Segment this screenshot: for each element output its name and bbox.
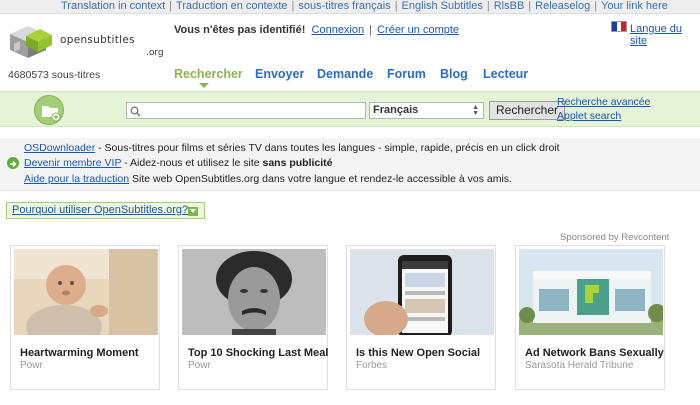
why-opensubtitles-link[interactable]: Pourquoi utiliser OpenSubtitles.org?	[12, 204, 188, 216]
ad-source: Powr	[20, 360, 43, 371]
nav-demande[interactable]: Demande	[317, 67, 373, 81]
subtitle-count: 4680573 sous-titres	[8, 69, 101, 81]
ad-title[interactable]: Ad Network Bans Sexually	[525, 347, 664, 359]
language-select-value: Français	[373, 104, 419, 116]
select-arrows-icon: ▲ ▼	[472, 104, 479, 117]
vip-arrow-icon	[7, 157, 19, 169]
top-link-translation-in-context[interactable]: Translation in context	[61, 0, 165, 12]
site-logo-icon[interactable]	[6, 22, 58, 64]
why-opensubtitles-box[interactable]: Pourquoi utiliser OpenSubtitles.org?	[6, 202, 205, 219]
translate-link[interactable]: Aide pour la traduction	[24, 173, 129, 185]
expand-caret-icon[interactable]	[188, 207, 198, 216]
vip-line: Devenir membre VIP - Aidez-nous et utili…	[24, 157, 333, 169]
vip-link[interactable]: Devenir membre VIP	[24, 157, 121, 169]
account-status: Vous n'êtes pas identifié! Connexion | C…	[174, 24, 459, 36]
office-building-image	[519, 249, 663, 335]
create-account-link[interactable]: Créer un compte	[377, 24, 459, 36]
nav-blog[interactable]: Blog	[440, 67, 468, 81]
account-separator: |	[369, 24, 373, 36]
search-icon	[130, 106, 141, 117]
ad-card[interactable]: Top 10 Shocking Last Meal Powr	[178, 245, 328, 390]
ad-card[interactable]: Is this New Open Social Forbes	[346, 245, 496, 390]
login-link[interactable]: Connexion	[312, 24, 365, 36]
brand-suffix: .org	[146, 48, 164, 58]
flag-stripe-red	[621, 22, 627, 31]
ad-title[interactable]: Is this New Open Social	[356, 347, 480, 359]
add-folder-icon[interactable]	[34, 95, 64, 125]
brand-name[interactable]: opensubtitles	[60, 34, 135, 46]
osdownloader-line: OSDownloader - Sous-titres pour films et…	[24, 142, 560, 154]
ad-card[interactable]: Heartwarming Moment Powr	[10, 245, 160, 390]
top-link-traduction-en-contexte[interactable]: Traduction en contexte	[176, 0, 288, 12]
language-select[interactable]: Français ▲ ▼	[369, 102, 484, 119]
top-links: Translation in context | Traduction en con…	[61, 0, 668, 12]
top-link-sous-titres-francais[interactable]: sous-titres français	[298, 0, 390, 12]
translate-text: Site web OpenSubtitles.org dans votre la…	[129, 173, 512, 185]
top-link-english-subtitles[interactable]: English Subtitles	[402, 0, 483, 12]
nav-envoyer[interactable]: Envoyer	[255, 67, 304, 81]
top-link-releaselog[interactable]: Releaselog	[535, 0, 590, 12]
top-link-rlsbb[interactable]: RlsBB	[494, 0, 525, 12]
ad-title[interactable]: Heartwarming Moment	[20, 347, 139, 359]
promo-panel: OSDownloader - Sous-titres pour films et…	[0, 138, 700, 191]
osdownloader-text: - Sous-titres pour films et séries TV da…	[95, 142, 560, 154]
man-portrait-image	[182, 249, 326, 335]
ad-source: Forbes	[356, 360, 388, 371]
advanced-search-link[interactable]: Recherche avancée	[557, 96, 650, 108]
ad-source: Sarasota Herald Tribune	[525, 360, 634, 371]
nav-rechercher[interactable]: Rechercher	[174, 67, 243, 81]
applet-search-link[interactable]: Applet search	[557, 110, 621, 122]
phone-app-image	[350, 249, 494, 335]
top-link-bar: Translation in context | Traduction en con…	[0, 0, 700, 14]
ad-source: Powr	[188, 360, 211, 371]
french-flag-icon[interactable]	[611, 21, 627, 32]
nav-lecteur[interactable]: Lecteur	[483, 67, 528, 81]
ad-title[interactable]: Top 10 Shocking Last Meal	[188, 347, 328, 359]
baby-photo-image	[14, 249, 158, 335]
nav-forum[interactable]: Forum	[387, 67, 426, 81]
translate-line: Aide pour la traduction Site web OpenSub…	[24, 173, 512, 185]
active-nav-caret-icon	[199, 83, 209, 88]
search-button[interactable]: Rechercher	[489, 101, 565, 120]
site-language-link[interactable]: Langue du site	[630, 23, 700, 47]
vip-bold-text: sans publicité	[262, 157, 333, 169]
not-identified-text: Vous n'êtes pas identifié!	[174, 24, 306, 36]
top-link-your-link-here[interactable]: Your link here	[601, 0, 668, 12]
vip-text: - Aidez-nous et utilisez le site	[121, 157, 263, 169]
sponsored-label: Sponsored by Revcontent	[560, 232, 670, 243]
ad-card[interactable]: Ad Network Bans Sexually Sarasota Herald…	[515, 245, 665, 390]
search-input[interactable]	[126, 102, 366, 119]
osdownloader-link[interactable]: OSDownloader	[24, 142, 95, 154]
